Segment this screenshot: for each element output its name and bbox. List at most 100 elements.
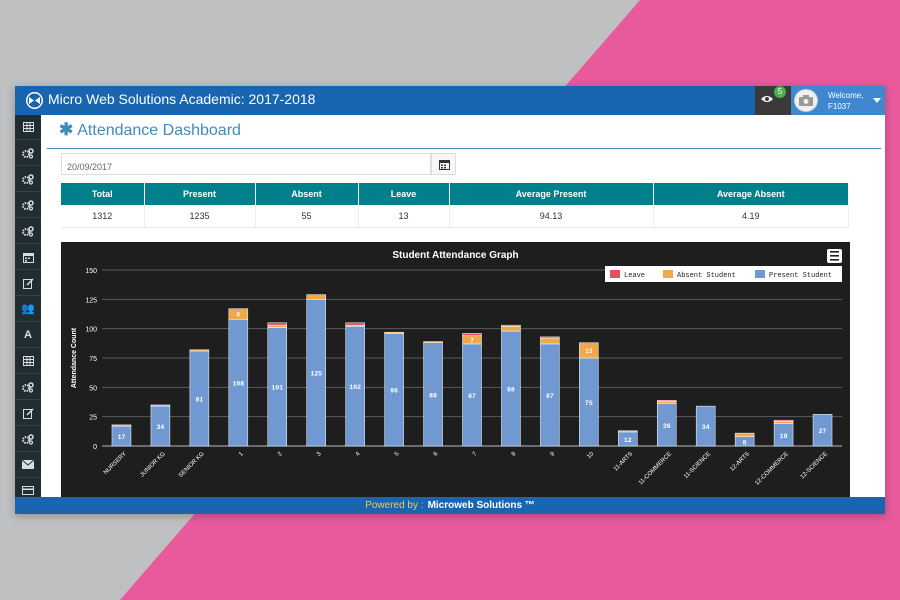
x-tick-label: 12-ARTS <box>729 451 751 473</box>
data-label: 108 <box>232 381 244 388</box>
powered-by-label: Powered by : <box>365 500 424 511</box>
x-tick-label: 11-SCIENCE <box>683 451 712 480</box>
username: F1037 <box>828 102 851 111</box>
welcome-label: Welcome, <box>828 91 864 100</box>
avatar <box>794 89 818 112</box>
x-tick-label: 12-COMMERCE <box>754 451 790 487</box>
data-label-absent: 7 <box>470 337 474 344</box>
legend-label: Leave <box>624 272 645 280</box>
y-tick-label: 75 <box>89 356 97 363</box>
sidebar-item-3[interactable] <box>15 193 41 218</box>
bar-leave <box>462 333 482 336</box>
legend-label: Present Student <box>769 272 832 280</box>
x-tick-label: 1 <box>238 451 245 458</box>
cogs-icon <box>22 148 34 162</box>
data-label: 125 <box>310 371 322 378</box>
title-divider <box>47 148 881 149</box>
sidebar-item-12[interactable] <box>15 427 41 452</box>
data-label: 12 <box>624 437 632 444</box>
x-tick-label: SENIOR KG <box>178 451 206 479</box>
sidebar-item-8[interactable]: A <box>15 323 41 348</box>
user-menu[interactable]: Welcome, F1037 <box>791 86 885 115</box>
data-label: 17 <box>118 434 126 441</box>
legend-label: Absent Student <box>677 272 736 280</box>
notifications-button[interactable]: 5 <box>755 86 791 115</box>
sidebar-item-11[interactable] <box>15 401 41 426</box>
data-label: 98 <box>507 387 515 394</box>
chart-title: Student Attendance Graph <box>392 250 518 261</box>
data-label: 87 <box>546 393 554 400</box>
app-window: Micro Web Solutions Academic: 2017-2018 … <box>15 86 885 514</box>
sidebar-item-9[interactable] <box>15 349 41 374</box>
bar-absent <box>501 326 521 332</box>
bar-leave <box>501 324 521 327</box>
logo-icon <box>26 92 43 109</box>
data-label: 88 <box>429 392 437 399</box>
sidebar-item-1[interactable] <box>15 141 41 166</box>
cogs-icon <box>22 434 34 448</box>
table-icon <box>22 122 34 135</box>
data-label: 34 <box>157 424 165 431</box>
sidebar-item-13[interactable] <box>15 453 41 478</box>
data-label: 34 <box>702 424 710 431</box>
x-tick-label: 3 <box>316 451 323 458</box>
data-label-absent: 13 <box>585 348 593 355</box>
envelope-icon <box>21 459 35 472</box>
x-tick-label: 4 <box>355 451 362 458</box>
data-label: 8 <box>743 439 747 446</box>
attendance-summary-table: Total Present Absent Leave Average Prese… <box>61 183 849 228</box>
notification-count-badge: 5 <box>774 86 786 98</box>
bar-leave <box>345 322 365 326</box>
sidebar-item-10[interactable] <box>15 375 41 400</box>
data-label: 87 <box>468 393 476 400</box>
camera-icon <box>799 95 813 106</box>
date-input[interactable] <box>61 153 431 175</box>
table-cell: 1235 <box>144 205 256 228</box>
bar-absent <box>618 430 638 433</box>
column-header: Absent <box>255 183 359 205</box>
y-tick-label: 50 <box>89 385 97 392</box>
bar-absent <box>111 424 132 427</box>
hamburger-icon <box>830 259 839 261</box>
x-tick-label: 9 <box>550 451 557 458</box>
users-icon: 👥 <box>21 303 35 315</box>
sidebar-item-7[interactable]: 👥 <box>15 297 41 322</box>
x-tick-label: JUNIOR KG <box>139 451 167 479</box>
edit-icon <box>22 278 34 292</box>
cogs-icon <box>22 226 34 240</box>
top-navbar: Micro Web Solutions Academic: 2017-2018 … <box>15 86 885 115</box>
table-cell: 1312 <box>61 205 145 228</box>
welcome-text: Welcome, F1037 <box>828 90 863 112</box>
asterisk-icon: ✱ <box>59 120 74 139</box>
page-title-text: Attendance Dashboard <box>77 122 241 139</box>
y-tick-label: 0 <box>93 444 97 451</box>
sidebar-item-2[interactable] <box>15 167 41 192</box>
data-label: 36 <box>663 423 671 430</box>
sidebar-item-4[interactable] <box>15 219 41 244</box>
bar-absent <box>540 337 560 345</box>
y-tick-label: 125 <box>85 297 97 304</box>
calendar-button[interactable] <box>431 153 456 175</box>
table-header-row: Total Present Absent Leave Average Prese… <box>61 183 849 205</box>
eye-icon <box>761 96 773 102</box>
footer: Powered by : Microweb Solutions ™ <box>15 497 885 514</box>
table-cell: 94.13 <box>449 205 654 228</box>
cogs-icon <box>22 200 34 214</box>
caret-down-icon <box>873 98 881 103</box>
sidebar-item-6[interactable] <box>15 271 41 296</box>
sidebar-item-5[interactable] <box>15 245 41 270</box>
table-row: 1312 1235 55 13 94.13 4.19 <box>61 205 849 228</box>
y-tick-label: 150 <box>85 268 97 275</box>
sidebar-item-0[interactable] <box>15 115 41 140</box>
bar-leave <box>773 419 794 422</box>
x-tick-label: 11-ARTS <box>613 451 634 472</box>
table-cell: 4.19 <box>653 205 849 228</box>
x-tick-label: 12-SCIENCE <box>800 451 829 480</box>
x-tick-label: 7 <box>472 451 479 458</box>
data-label: 81 <box>195 396 203 403</box>
app-title: Micro Web Solutions Academic: 2017-2018 <box>48 91 316 107</box>
data-label: 27 <box>819 428 827 435</box>
calendar-icon <box>439 160 450 170</box>
x-tick-label: NURSERY <box>103 451 128 476</box>
bar-absent <box>267 324 288 328</box>
